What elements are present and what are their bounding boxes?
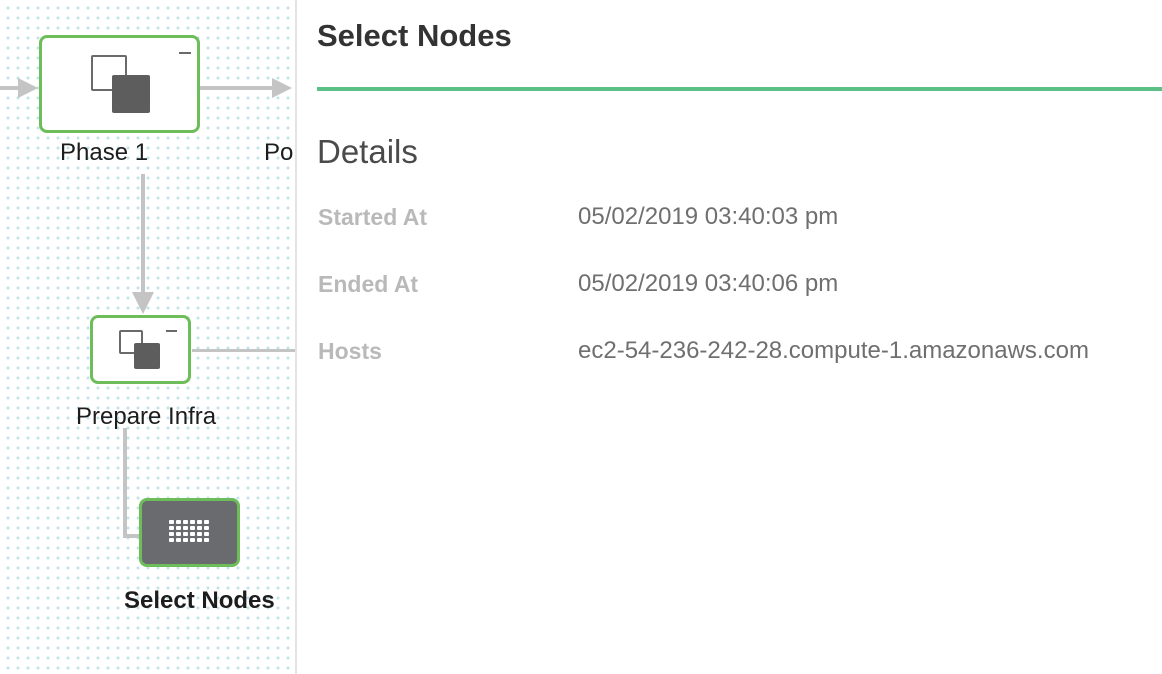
details-panel: Select Nodes Details Started At 05/02/20… [295, 0, 1162, 674]
detail-label-hosts: Hosts [318, 338, 382, 364]
arrow-into-phase-1 [18, 78, 38, 98]
edge-phase-1-to-prepare-infra [141, 174, 145, 292]
detail-label-ended-at: Ended At [318, 271, 419, 297]
edge-into-phase-1 [0, 86, 20, 90]
node-phase-1[interactable] [39, 35, 200, 133]
detail-value-ended-at: 05/02/2019 03:40:06 pm [578, 270, 839, 297]
node-prepare-infra[interactable] [90, 315, 191, 384]
node-label-select-nodes: Select Nodes [124, 587, 275, 614]
edge-prepare-infra-out [192, 349, 295, 352]
collapse-icon[interactable] [166, 330, 177, 332]
workflow-canvas[interactable]: Phase 1 Po Prepare Infra Select Nodes [0, 0, 295, 674]
panel-divider [317, 87, 1162, 91]
node-label-phase-1: Phase 1 [60, 139, 149, 166]
node-select-nodes[interactable] [139, 498, 240, 567]
collapse-icon[interactable] [179, 52, 191, 54]
phase-icon-front [112, 75, 150, 113]
detail-value-hosts: ec2-54-236-242-28.compute-1.amazonaws.co… [578, 337, 1089, 364]
section-title-details: Details [317, 133, 418, 170]
grid-icon [169, 520, 209, 542]
node-label-partial: Po [264, 139, 294, 166]
node-label-prepare-infra: Prepare Infra [76, 403, 217, 430]
phase-icon-front [134, 343, 160, 369]
arrow-phase-1-to-prepare-infra [132, 292, 154, 314]
edge-prepare-infra-to-select-nodes [123, 428, 127, 538]
panel-title: Select Nodes [317, 18, 512, 53]
edge-phase-1-to-next [200, 86, 275, 90]
arrow-phase-1-to-next [272, 78, 292, 98]
detail-value-started-at: 05/02/2019 03:40:03 pm [578, 203, 839, 230]
detail-label-started-at: Started At [318, 204, 428, 230]
